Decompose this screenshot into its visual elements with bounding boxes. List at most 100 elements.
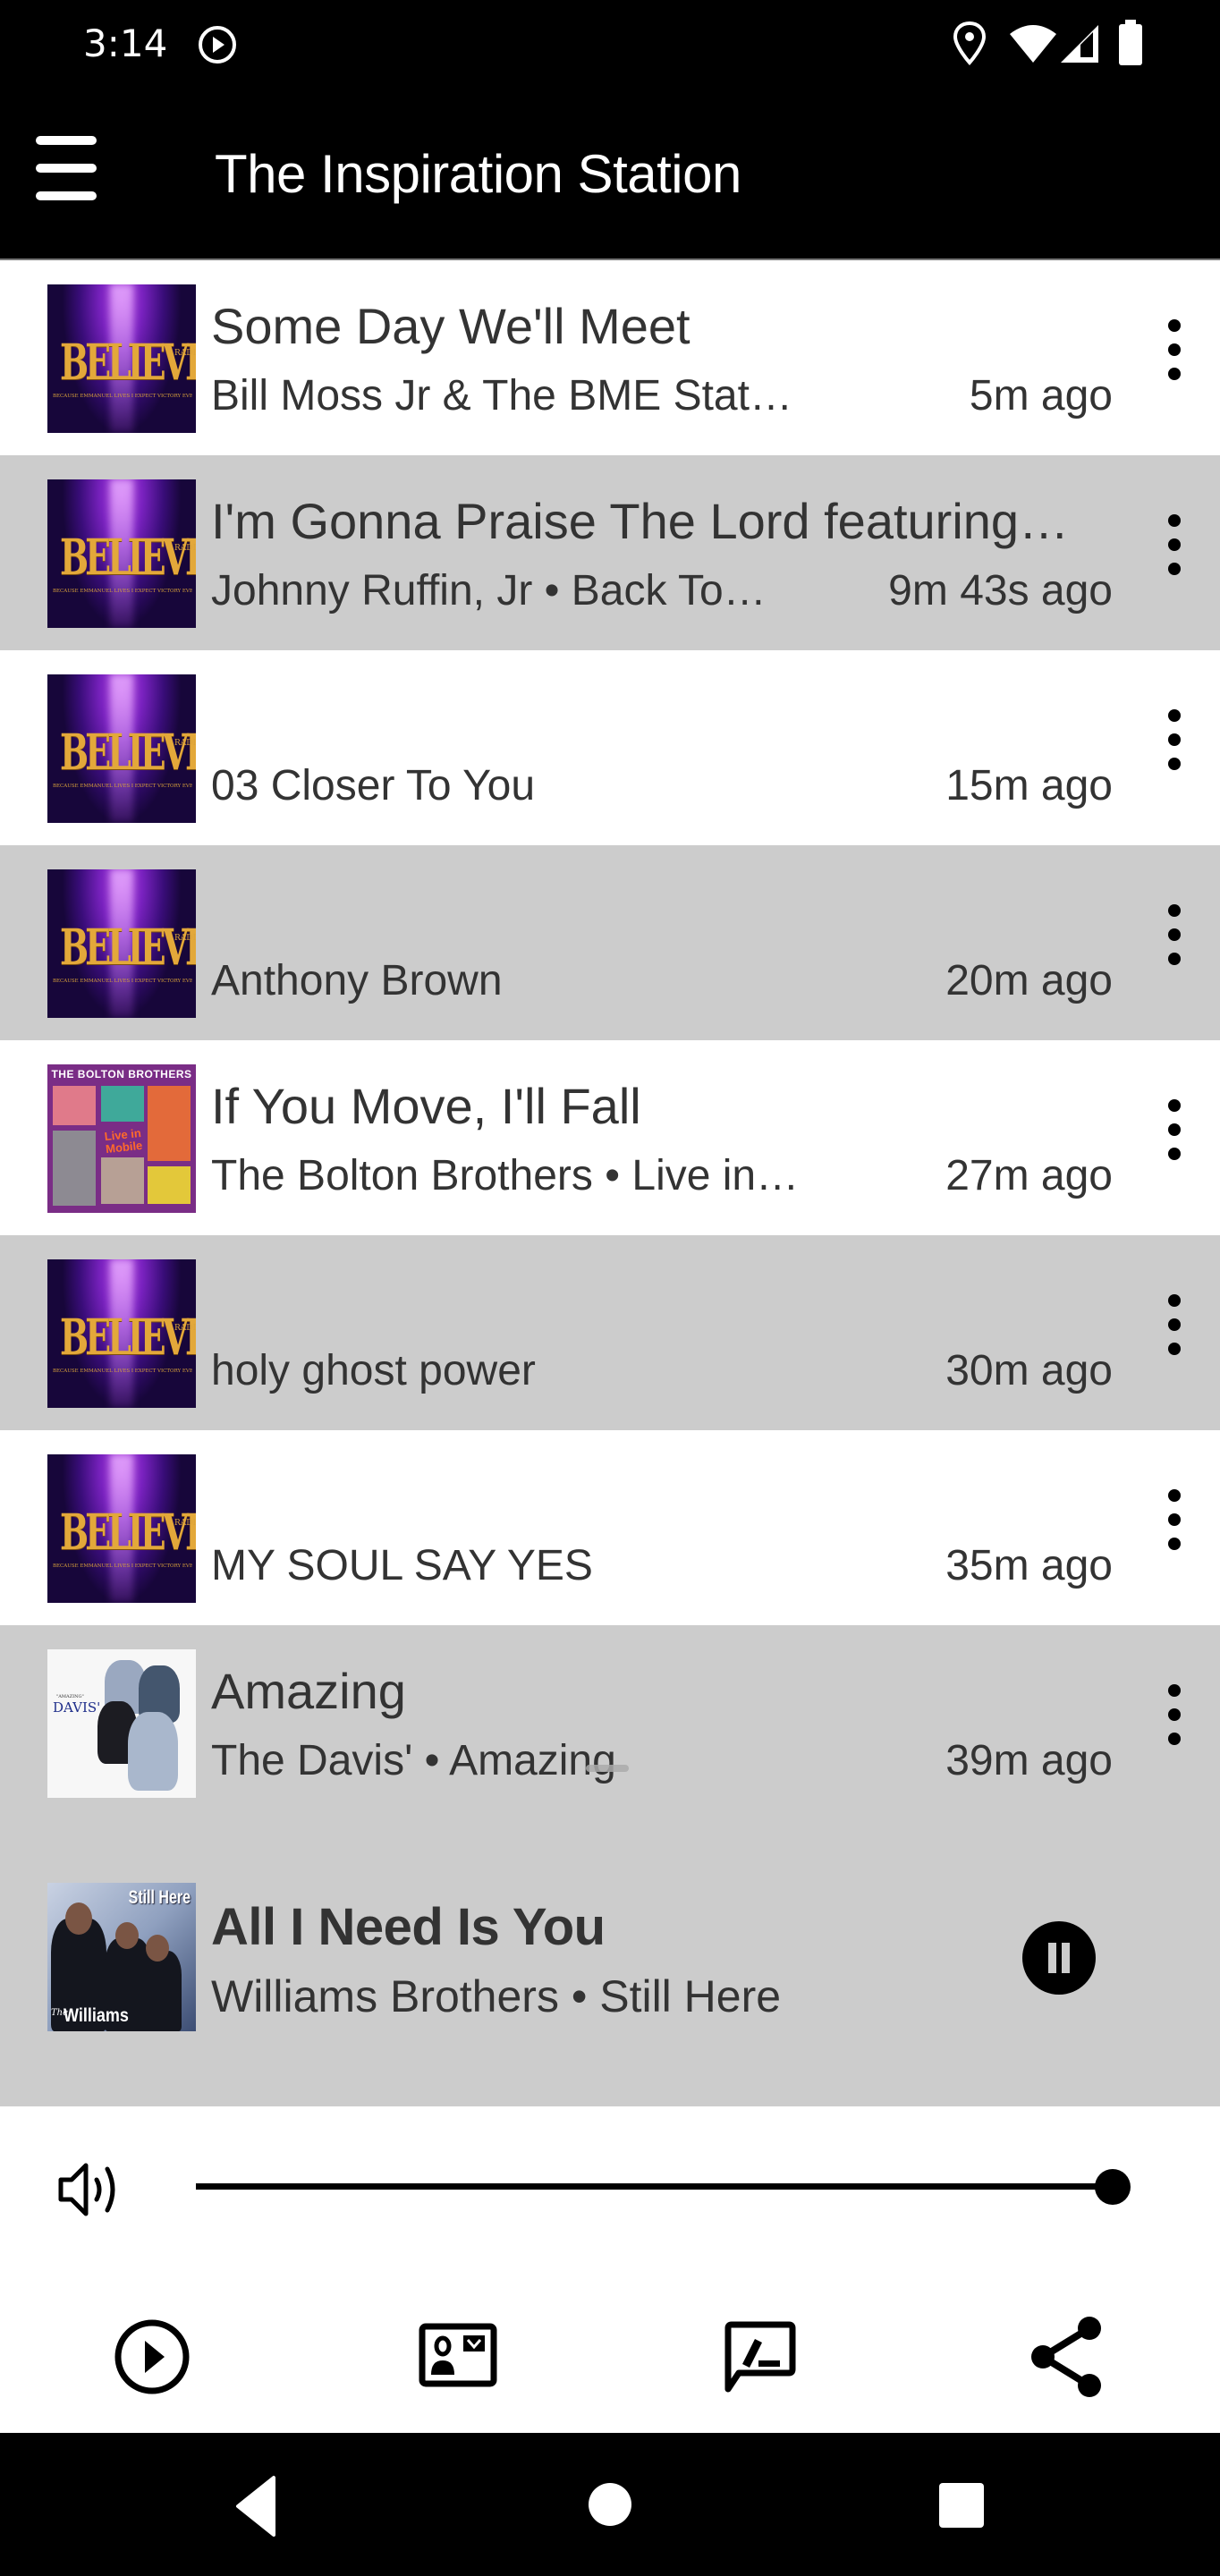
more-vert-icon-dot [1168,904,1181,917]
played-time-ago: 30m ago [945,1347,1113,1394]
battery-icon [1119,20,1142,65]
back-icon [236,2476,275,2537]
song-subtitle: 03 Closer To You [211,762,536,809]
system-nav-bar [0,2433,1220,2576]
album-text: RADIO [174,349,196,358]
history-row[interactable]: BELIEVERADIO BECAUSE EMMANUEL LIVES I EXP… [0,455,1220,650]
now-playing-subtitle: Williams Brothers • Still Here [211,1971,782,2021]
song-subtitle: Bill Moss Jr & The BME Stat… [211,372,792,419]
status-time: 3:14 [83,21,168,65]
song-history-list: BELIEVERADIOBECAUSE EMMANUEL LIVES I EXP… [0,260,1220,1820]
album-art: BELIEVERADIO BECAUSE EMMANUEL LIVES I EXP… [47,479,196,628]
share-button[interactable] [1021,2312,1111,2402]
played-time-ago: 15m ago [945,762,1113,809]
volume-slider-thumb[interactable] [1095,2169,1131,2205]
album-text: BECAUSE EMMANUEL LIVES I EXPECT VICTORY … [53,394,192,399]
album-text: BELIEVE [60,917,196,976]
more-vert-icon-dot [1168,538,1181,551]
nav-back-button[interactable] [211,2460,301,2549]
play-button[interactable] [107,2312,197,2402]
more-vert-icon-dot [1168,709,1181,722]
history-row[interactable]: BELIEVERADIO BECAUSE EMMANUEL LIVES I EXP… [0,650,1220,845]
volume-icon[interactable] [55,2158,123,2221]
more-vert-icon-dot [1168,563,1181,575]
pause-icon [1062,1943,1070,1973]
song-subtitle: The Bolton Brothers • Live in… [211,1152,800,1199]
history-row[interactable]: BELIEVERADIO BECAUSE EMMANUEL LIVES I EXP… [0,1430,1220,1625]
contact-button[interactable] [413,2312,503,2402]
more-vert-icon-dot [1168,368,1181,380]
song-title: I'm Gonna Praise The Lord featuring… [211,493,1070,549]
song-subtitle: MY SOUL SAY YES [211,1542,593,1589]
more-vert-icon-dot [1168,319,1181,332]
album-text: RADIO [174,1519,196,1528]
home-icon [589,2483,631,2526]
history-row[interactable]: "AMAZING" DAVIS' Amazing The Davis' • Ama… [0,1625,1220,1820]
overflow-menu-button[interactable] [1152,1484,1197,1555]
album-art: "AMAZING" DAVIS' [47,1649,196,1798]
history-row[interactable]: THE BOLTON BROTHERS Live in Mobile If You… [0,1040,1220,1235]
now-playing-title: All I Need Is You [211,1898,606,1956]
album-text: BECAUSE EMMANUEL LIVES I EXPECT VICTORY … [53,1368,192,1374]
played-time-ago: 9m 43s ago [888,567,1113,614]
app-bar: The Inspiration Station [0,89,1220,260]
album-art: BELIEVERADIO BECAUSE EMMANUEL LIVES I EXP… [47,284,196,433]
feedback-button[interactable] [716,2312,805,2402]
album-text: RADIO [174,1324,196,1333]
pause-button[interactable] [1022,1921,1096,1995]
album-text: Williams [64,2004,129,2026]
overflow-menu-button[interactable] [1152,1094,1197,1165]
history-row[interactable]: BELIEVERADIO BECAUSE EMMANUEL LIVES I EXP… [0,845,1220,1040]
more-vert-icon-dot [1168,1708,1181,1721]
more-vert-icon-dot [1168,1489,1181,1502]
more-vert-icon-dot [1168,1513,1181,1526]
album-text: RADIO [174,544,196,553]
player-controls [0,2106,1220,2433]
album-art: BELIEVERADIO BECAUSE EMMANUEL LIVES I EXP… [47,1454,196,1603]
overflow-menu-button[interactable] [1152,704,1197,775]
overflow-menu-button[interactable] [1152,1289,1197,1360]
song-subtitle: Johnny Ruffin, Jr • Back To… [211,567,767,614]
album-text: Live in Mobile [103,1125,143,1157]
played-time-ago: 20m ago [945,957,1113,1004]
now-playing-panel[interactable]: Still Here The Williams All I Need Is Yo… [0,1765,1220,2106]
drag-handle[interactable] [586,1765,629,1772]
history-row[interactable]: BELIEVERADIO BECAUSE EMMANUEL LIVES I EXP… [0,260,1220,455]
recents-icon [939,2483,984,2528]
song-title: Some Day We'll Meet [211,298,690,354]
feedback-edit-icon [724,2321,796,2393]
played-time-ago: 39m ago [945,1737,1113,1784]
song-title: Amazing [211,1663,406,1719]
album-text: BELIEVE [60,1307,196,1366]
nav-recents-button[interactable] [916,2460,1005,2549]
app-title: The Inspiration Station [215,144,741,204]
nav-home-button[interactable] [565,2460,655,2549]
menu-button[interactable] [27,125,104,215]
album-art: BELIEVERADIO BECAUSE EMMANUEL LIVES I EXP… [47,1259,196,1408]
overflow-menu-button[interactable] [1152,899,1197,970]
album-text: RADIO [174,934,196,943]
more-vert-icon-dot [1168,1318,1181,1331]
more-vert-icon-dot [1168,953,1181,965]
album-text: RADIO [174,739,196,748]
album-text: BECAUSE EMMANUEL LIVES I EXPECT VICTORY … [53,1563,192,1569]
overflow-menu-button[interactable] [1152,1679,1197,1750]
album-text: BELIEVE [60,722,196,781]
song-subtitle: holy ghost power [211,1347,536,1394]
more-vert-icon-dot [1168,758,1181,770]
more-vert-icon-dot [1168,733,1181,746]
cellular-signal-icon [1061,25,1098,63]
history-row[interactable]: BELIEVERADIO BECAUSE EMMANUEL LIVES I EXP… [0,1235,1220,1430]
album-text: Still Here [128,1888,191,1909]
volume-slider[interactable] [196,2183,1113,2190]
share-icon [1031,2317,1101,2397]
more-vert-icon-dot [1168,1538,1181,1550]
album-text: BELIEVE [60,1502,196,1561]
album-text: BELIEVE [60,332,196,391]
more-vert-icon-dot [1168,1148,1181,1160]
song-title: If You Move, I'll Fall [211,1078,641,1134]
more-vert-icon-dot [1168,514,1181,527]
overflow-menu-button[interactable] [1152,314,1197,386]
overflow-menu-button[interactable] [1152,509,1197,580]
wifi-icon [1010,25,1056,63]
